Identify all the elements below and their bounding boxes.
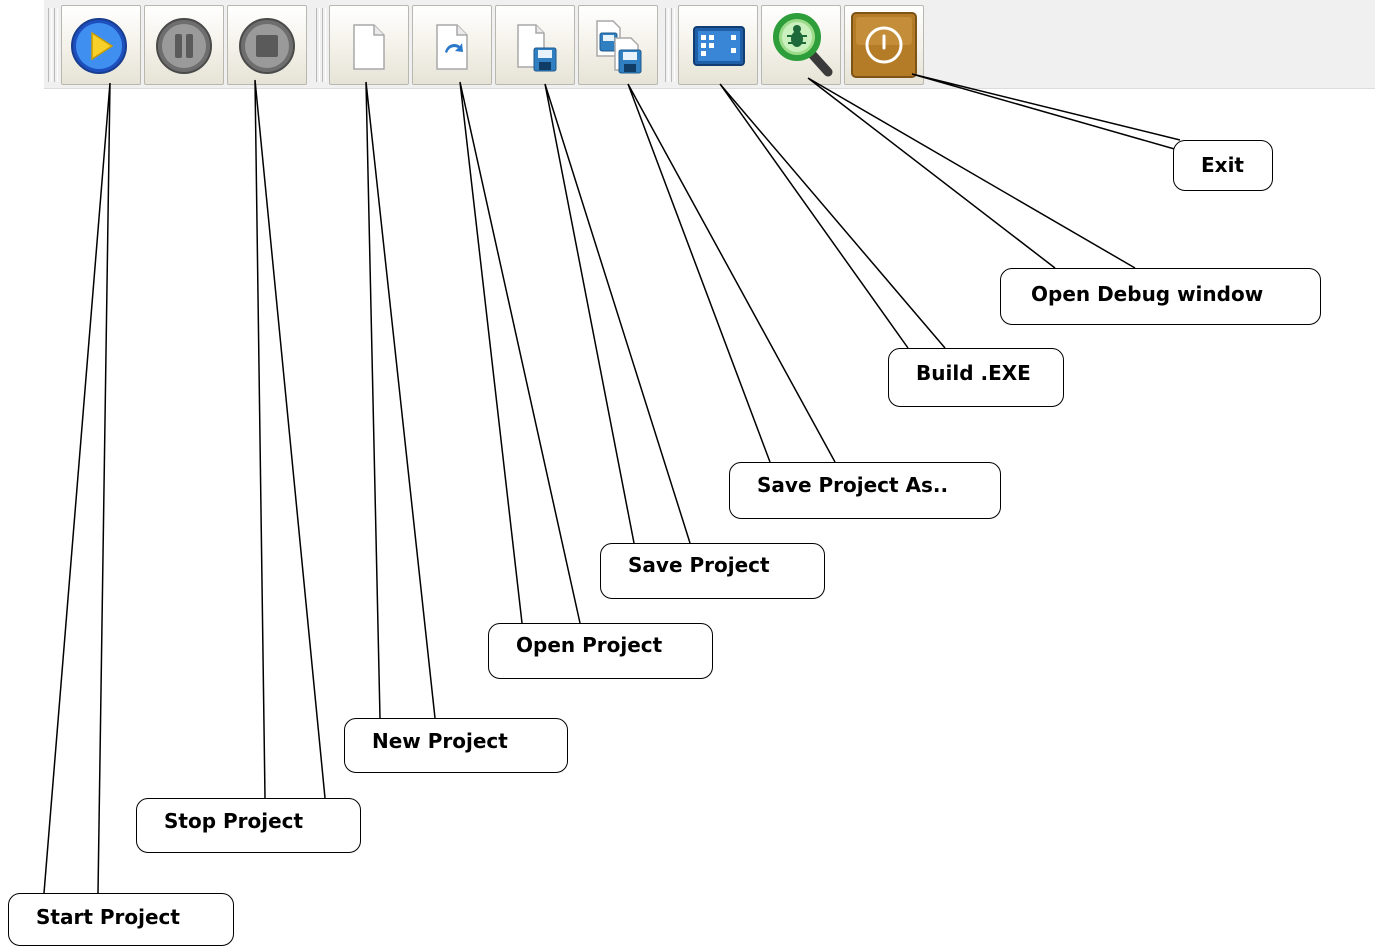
save-project-as-callout: Save Project As..	[729, 462, 1001, 519]
exit-callout: Exit	[1173, 140, 1273, 191]
stop-project-label: Stop Project	[164, 809, 304, 833]
build-exe-callout: Build .EXE	[888, 348, 1064, 407]
build-exe-label: Build .EXE	[916, 361, 1031, 385]
save-project-label: Save Project	[628, 553, 770, 577]
open-debug-window-label: Open Debug window	[1031, 282, 1264, 306]
new-project-callout: New Project	[344, 718, 568, 773]
open-project-callout: Open Project	[488, 623, 713, 679]
open-debug-window-callout: Open Debug window	[1000, 268, 1321, 325]
save-project-callout: Save Project	[600, 543, 825, 599]
new-project-label: New Project	[372, 729, 508, 753]
stop-project-callout: Stop Project	[136, 798, 361, 853]
start-project-callout: Start Project	[8, 893, 234, 946]
start-project-label: Start Project	[36, 905, 180, 929]
exit-label: Exit	[1201, 153, 1244, 177]
open-project-label: Open Project	[516, 633, 663, 657]
save-project-as-label: Save Project As..	[757, 473, 949, 497]
